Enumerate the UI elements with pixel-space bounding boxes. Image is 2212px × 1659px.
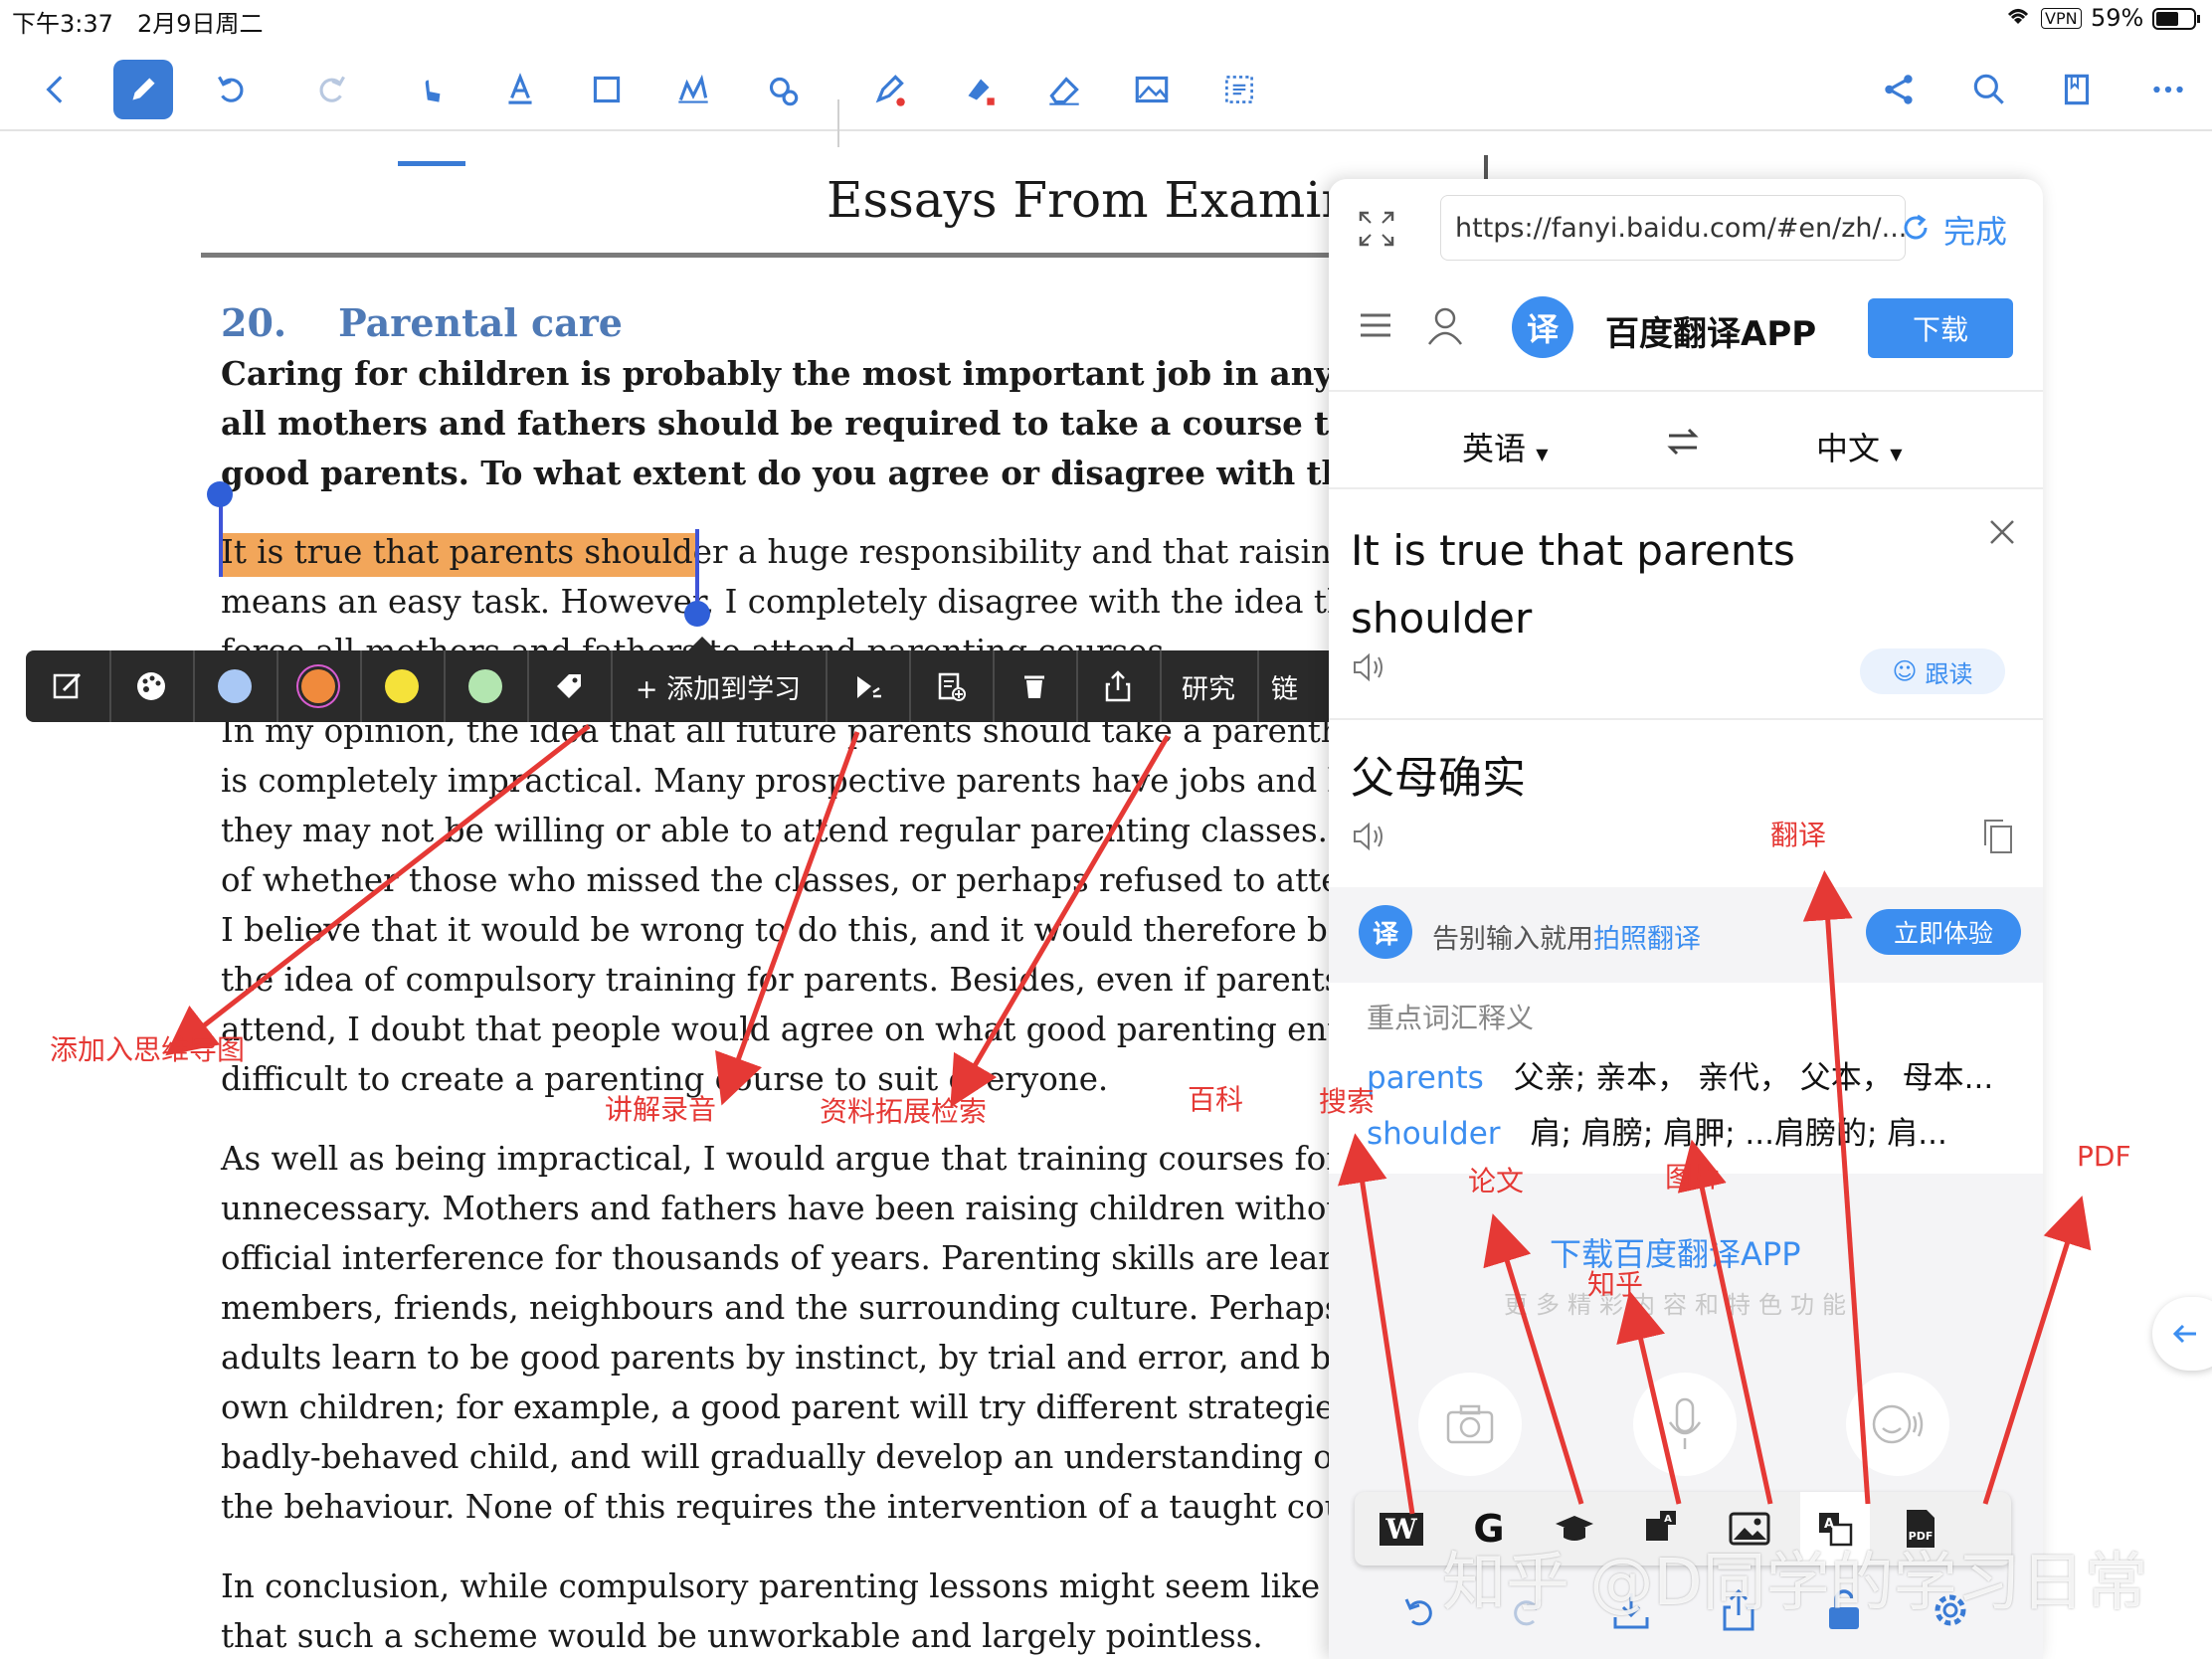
annotation-arrow (715, 731, 860, 1106)
annotation-arrow (1483, 1213, 1584, 1505)
annotation-label: 知乎 (1587, 1268, 1644, 1301)
annotation-label: 讲解录音 (605, 1093, 717, 1126)
annotation-arrow (165, 724, 591, 1056)
annotation-label: 百科 (1188, 1083, 1244, 1116)
watermark: 知乎 @D同学的学习日常 (1442, 1547, 2148, 1620)
annotation-arrow (1982, 1196, 2092, 1505)
annotation-arrow (1338, 1133, 1415, 1515)
annotation-arrow (1677, 1139, 1773, 1505)
annotation-label: 添加入思维导图 (50, 1033, 246, 1066)
annotation-label: 资料拓展检索 (820, 1095, 988, 1128)
annotation-arrow (950, 734, 1171, 1108)
annotation-arrow (1616, 1290, 1682, 1505)
annotation-label: 论文 (1468, 1165, 1525, 1198)
annotation-arrows (165, 724, 2092, 1515)
annotation-label: 图片 (1665, 1161, 1722, 1194)
annotation-label: PDF (2077, 1140, 2131, 1173)
annotation-arrow (1802, 870, 1871, 1505)
annotation-label: 搜索 (1319, 1085, 1376, 1118)
annotation-label: 翻译 (1770, 819, 1827, 851)
